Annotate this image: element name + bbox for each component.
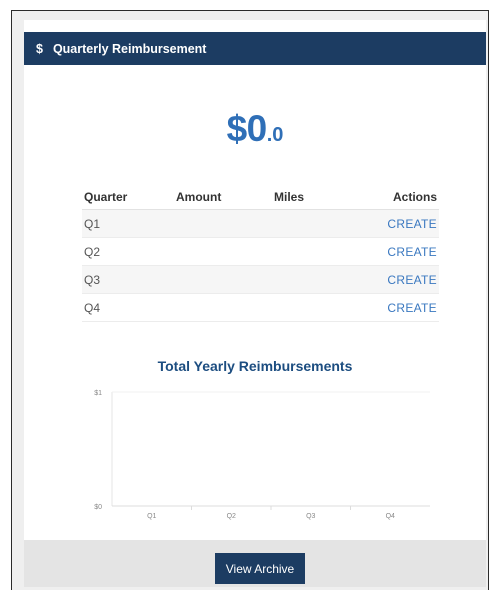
column-header-actions: Actions [392,190,437,204]
reimbursement-table: Quarter Amount Miles Actions Q1 CREATE Q… [82,185,439,322]
row-quarter: Q1 [84,216,101,231]
reimbursement-card: $ Quarterly Reimbursement $0.0 Quarter A… [24,20,486,587]
create-link-q4[interactable]: CREATE [387,301,437,315]
row-quarter: Q3 [84,272,101,287]
row-quarter: Q4 [84,300,101,315]
y-tick-label: $1 [94,390,102,397]
x-tick-label: Q2 [227,513,236,520]
x-tick-label: Q1 [147,513,156,520]
create-link-q3[interactable]: CREATE [387,273,437,287]
table-row: Q4 CREATE [82,294,439,322]
yearly-reimbursement-chart: $1 $0 Q1 Q2 Q3 Q4 [94,390,430,520]
table-row: Q3 CREATE [82,266,439,294]
create-link-q2[interactable]: CREATE [387,245,437,259]
table-header: Quarter Amount Miles Actions [82,185,439,210]
x-tick-label: Q4 [386,513,395,520]
column-header-quarter: Quarter [84,190,128,204]
chart-title: Total Yearly Reimbursements [157,358,353,374]
dollar-icon: $ [36,41,43,56]
card-title: Quarterly Reimbursement [52,41,207,56]
table-row: Q1 CREATE [82,210,439,238]
total-amount: $0.0 [24,108,486,150]
view-archive-button[interactable]: View Archive [215,553,305,584]
y-tick-label: $0 [94,504,102,511]
create-link-q1[interactable]: CREATE [387,217,437,231]
column-header-miles: Miles [274,190,305,204]
card-header: $ Quarterly Reimbursement [24,32,486,65]
total-amount-main: $0 [226,108,268,149]
table-row: Q2 CREATE [82,238,439,266]
x-tick-label: Q3 [306,513,315,520]
row-quarter: Q2 [84,244,101,259]
total-amount-decimal: .0 [266,124,284,146]
column-header-amount: Amount [176,190,222,204]
